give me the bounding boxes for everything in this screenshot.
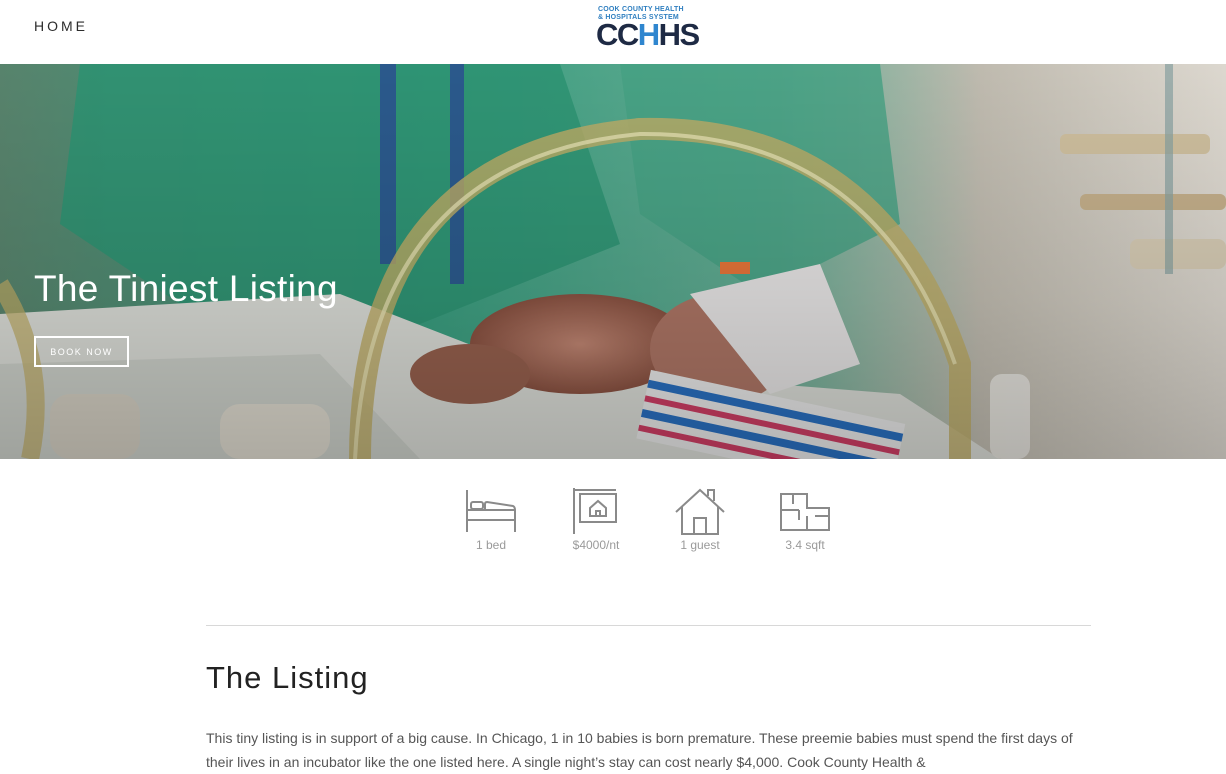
hero-title: The Tiniest Listing xyxy=(34,268,338,309)
listing-description: This tiny listing is in support of a big… xyxy=(206,730,1073,770)
house-icon xyxy=(675,488,725,535)
incubator-photo xyxy=(0,64,1226,459)
logo-main-right: HS xyxy=(658,17,701,52)
floorplan-icon xyxy=(780,493,830,531)
nav-home-link[interactable]: HOME xyxy=(34,18,88,34)
amenity-beds: 1 bed xyxy=(441,486,541,552)
logo-main-left: CC xyxy=(596,17,639,52)
logo-line-1: COOK COUNTY HEALTH xyxy=(598,6,684,13)
bed-icon xyxy=(466,490,516,532)
amenities-row: 1 bed $4000/nt 1 guest 3.4 sqft xyxy=(0,486,1226,566)
logo-main-accent: H xyxy=(637,17,660,52)
amenity-label-size: 3.4 sqft xyxy=(785,538,825,552)
listing-section-title: The Listing xyxy=(206,660,369,695)
amenity-guests: 1 guest xyxy=(650,486,750,552)
logo-wordmark: CCHHS xyxy=(596,17,701,52)
cchhs-logo[interactable]: COOK COUNTY HEALTH & HOSPITALS SYSTEM CC… xyxy=(596,6,702,50)
section-divider xyxy=(206,625,1091,626)
amenity-label-beds: 1 bed xyxy=(475,538,507,552)
amenity-label-price: $4000/nt xyxy=(572,538,620,552)
amenity-label-guests: 1 guest xyxy=(680,538,720,552)
amenity-size: 3.4 sqft xyxy=(755,486,855,552)
book-now-button[interactable]: BOOK NOW xyxy=(34,336,129,367)
hero-banner: The Tiniest Listing BOOK NOW xyxy=(0,64,1226,459)
price-sign-icon xyxy=(573,488,617,534)
site-header: HOME COOK COUNTY HEALTH & HOSPITALS SYST… xyxy=(0,0,1226,64)
amenity-price: $4000/nt xyxy=(546,486,646,552)
